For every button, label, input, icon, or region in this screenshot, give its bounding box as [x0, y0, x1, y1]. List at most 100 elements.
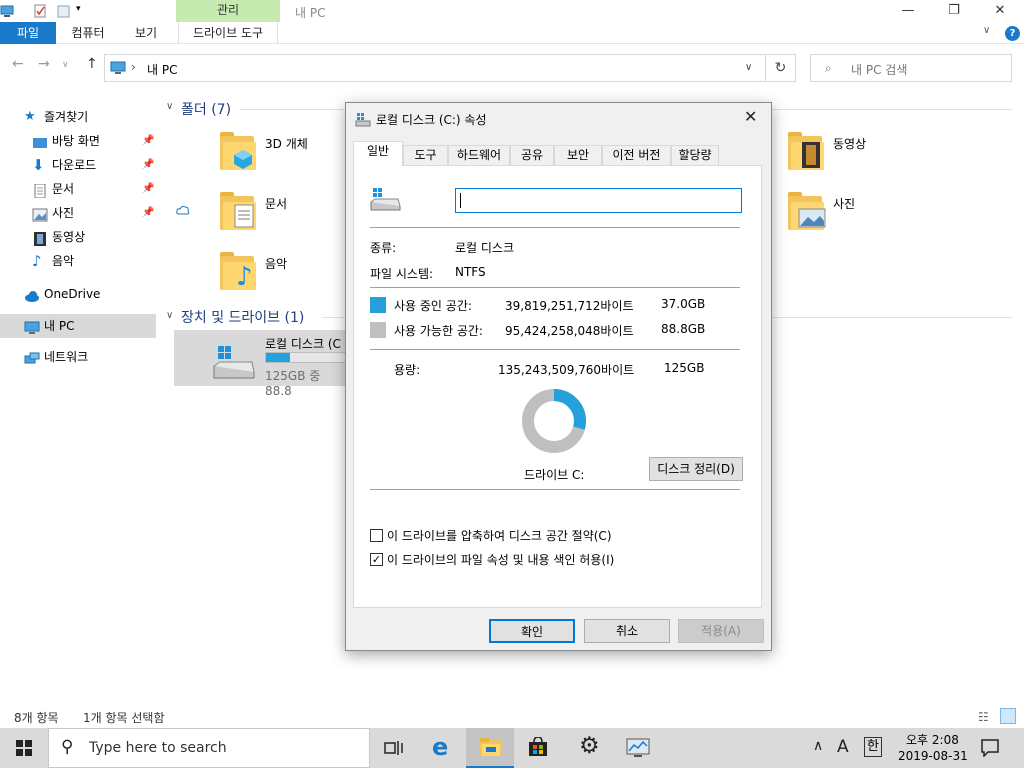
edge-button[interactable]: e — [418, 728, 466, 768]
dialog-close-button[interactable]: ✕ — [744, 107, 757, 126]
new-folder-icon[interactable] — [57, 4, 71, 18]
disk-usage-donut — [522, 389, 586, 453]
folder-icon — [480, 738, 502, 756]
computer-icon — [24, 319, 40, 334]
folder-pictures[interactable] — [788, 190, 826, 230]
address-dropdown-icon[interactable]: ∨ — [745, 62, 752, 73]
tab-previous-versions[interactable]: 이전 버전 — [602, 145, 671, 165]
tab-general[interactable]: 일반 — [353, 141, 403, 166]
ok-button[interactable]: 확인 — [489, 619, 575, 643]
pin-icon[interactable]: 📌 — [142, 153, 154, 177]
quick-access-dropdown-icon[interactable]: ▾ — [76, 4, 90, 18]
forward-arrow-icon[interactable]: → — [38, 56, 50, 72]
sidebar-item-videos[interactable]: 동영상 — [0, 225, 156, 249]
selected-count: 1개 항목 선택함 — [83, 711, 165, 725]
maximize-button[interactable]: ❐ — [931, 0, 977, 22]
help-icon[interactable]: ? — [1005, 26, 1020, 41]
tiles-view-icon[interactable] — [1000, 708, 1016, 724]
tab-quota[interactable]: 할당량 — [671, 145, 719, 165]
minimize-button[interactable]: — — [885, 0, 931, 22]
tab-computer[interactable]: 컴퓨터 — [62, 22, 114, 44]
folder-documents[interactable] — [220, 190, 256, 230]
store-button[interactable] — [514, 728, 562, 768]
section-divider — [772, 317, 1012, 318]
drive-tile-c[interactable]: 로컬 디스크 (C 125GB 중 88.8 — [174, 330, 346, 398]
tab-view[interactable]: 보기 — [122, 22, 170, 44]
resource-monitor-button[interactable] — [614, 728, 662, 768]
folder-videos[interactable] — [788, 130, 824, 170]
settings-button[interactable]: ⚙ — [566, 728, 614, 768]
folder-3d-objects[interactable] — [220, 130, 256, 170]
taskbar-search-input[interactable]: ⚲ Type here to search — [48, 728, 370, 768]
up-arrow-icon[interactable]: ↑ — [86, 56, 98, 72]
file-explorer-button[interactable] — [466, 728, 514, 768]
breadcrumb[interactable]: 내 PC — [147, 61, 177, 78]
sidebar-item-downloads[interactable]: ⬇ 다운로드 📌 — [0, 153, 156, 177]
gear-icon: ⚙ — [579, 733, 600, 759]
collapse-devices-icon[interactable]: ∨ — [166, 310, 173, 321]
sidebar-item-pictures[interactable]: 사진 📌 — [0, 201, 156, 225]
collapse-folders-icon[interactable]: ∨ — [166, 101, 173, 112]
tab-tools[interactable]: 도구 — [403, 145, 448, 165]
capacity-bytes: 135,243,509,760바이트 — [498, 363, 635, 377]
sidebar-item-label: 내 PC — [44, 319, 75, 333]
folders-section-header[interactable]: 폴더 (7) — [181, 99, 231, 119]
search-placeholder: 내 PC 검색 — [851, 63, 908, 77]
cancel-button[interactable]: 취소 — [584, 619, 670, 643]
tab-hardware[interactable]: 하드웨어 — [448, 145, 510, 165]
tab-file[interactable]: 파일 — [0, 22, 56, 44]
download-arrow-icon: ⬇ — [32, 156, 45, 174]
index-label[interactable]: 이 드라이브의 파일 속성 및 내용 색인 허용(I) — [387, 551, 614, 568]
clock-time[interactable]: 오후 2:08 — [906, 731, 959, 748]
close-button[interactable]: ✕ — [977, 0, 1023, 22]
ime-language[interactable]: A — [837, 737, 849, 757]
recent-dropdown-icon[interactable]: ∨ — [62, 60, 69, 70]
pin-icon[interactable]: 📌 — [142, 177, 154, 201]
back-arrow-icon[interactable]: ← — [12, 56, 24, 72]
details-view-icon[interactable]: ☷ — [978, 710, 989, 724]
pin-icon[interactable]: 📌 — [142, 201, 154, 225]
drive-label-input[interactable] — [455, 188, 742, 213]
ribbon-tabs: 파일 컴퓨터 보기 드라이브 도구 ∨ ? — [0, 22, 1024, 44]
capacity-gb: 125GB — [664, 361, 705, 375]
manage-context-tab[interactable]: 관리 — [176, 0, 280, 22]
properties-icon[interactable] — [33, 4, 47, 18]
sidebar-item-documents[interactable]: 문서 📌 — [0, 177, 156, 201]
sidebar-item-music[interactable]: ♪ 음악 — [0, 249, 156, 273]
chevron-down-icon[interactable]: ∨ — [983, 25, 990, 36]
compress-checkbox[interactable] — [370, 529, 383, 542]
compress-label[interactable]: 이 드라이브를 압축하여 디스크 공간 절약(C) — [387, 527, 612, 544]
sidebar-item-desktop[interactable]: 바탕 화면 📌 — [0, 129, 156, 153]
divider — [370, 227, 740, 228]
folder-music[interactable]: ♪ — [220, 250, 256, 292]
pin-icon[interactable]: 📌 — [142, 129, 154, 153]
search-input[interactable]: ⌕ 내 PC 검색 — [810, 54, 1012, 82]
drive-icon — [355, 113, 371, 127]
sidebar-item-this-pc[interactable]: 내 PC — [0, 314, 156, 338]
sidebar-item-quick-access[interactable]: ★ 즐겨찾기 — [0, 105, 156, 129]
start-button[interactable] — [0, 728, 48, 768]
tab-sharing[interactable]: 공유 — [510, 145, 554, 165]
ime-mode[interactable]: 한 — [864, 737, 882, 757]
task-view-button[interactable] — [370, 728, 418, 768]
index-checkbox[interactable]: ✓ — [370, 553, 383, 566]
filesystem-label: 파일 시스템: — [370, 267, 434, 281]
item-count: 8개 항목 — [14, 711, 59, 725]
picture-icon — [798, 208, 826, 228]
sidebar-item-label: OneDrive — [44, 287, 101, 301]
tab-drive-tools[interactable]: 드라이브 도구 — [178, 22, 278, 44]
breadcrumb-chevron-icon[interactable]: › — [131, 60, 136, 74]
sidebar-item-label: 문서 — [52, 182, 75, 196]
refresh-button[interactable]: ↻ — [766, 54, 796, 82]
clock-date[interactable]: 2019-08-31 — [898, 749, 968, 763]
address-bar[interactable]: › 내 PC ∨ — [104, 54, 766, 82]
notification-icon[interactable] — [981, 739, 999, 757]
sidebar-item-onedrive[interactable]: OneDrive — [0, 282, 156, 306]
devices-section-header[interactable]: 장치 및 드라이브 (1) — [181, 307, 304, 327]
tab-security[interactable]: 보안 — [554, 145, 602, 165]
disk-cleanup-button[interactable]: 디스크 정리(D) — [649, 457, 743, 481]
apply-button[interactable]: 적용(A) — [678, 619, 764, 643]
chevron-up-icon[interactable]: ∧ — [813, 738, 823, 754]
filesystem-value: NTFS — [455, 265, 486, 279]
sidebar-item-network[interactable]: 네트워크 — [0, 345, 156, 369]
